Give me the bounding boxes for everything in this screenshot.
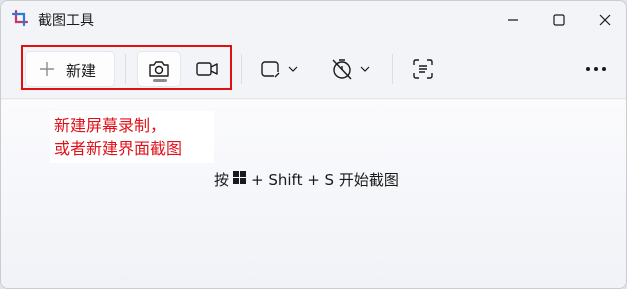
more-options-button[interactable]	[585, 51, 607, 87]
maximize-button[interactable]	[536, 1, 582, 39]
title-bar: 截图工具	[1, 1, 626, 39]
snipping-tool-window: 截图工具 新建 新建屏幕录制， 或者新建界面截图 按 + Shift + S 开…	[0, 0, 627, 289]
more-icon	[586, 67, 606, 71]
window-title: 截图工具	[38, 13, 94, 29]
shortcut-hint-keys: + Shift + S 开始截图	[251, 170, 399, 189]
annotation-callout: 新建屏幕录制， 或者新建界面截图	[50, 111, 214, 163]
toolbar-divider	[241, 54, 242, 84]
annotation-line-1: 新建屏幕录制，	[54, 116, 167, 135]
snipping-tool-icon	[11, 9, 30, 28]
minimize-button[interactable]	[490, 1, 536, 39]
timer-icon	[332, 59, 352, 80]
close-icon	[599, 14, 611, 26]
annotation-highlight-box	[21, 45, 232, 90]
snip-shape-button[interactable]	[260, 51, 300, 87]
toolbar-divider	[392, 54, 393, 84]
maximize-icon	[553, 14, 565, 26]
text-actions-button[interactable]	[412, 51, 434, 87]
close-button[interactable]	[582, 1, 626, 39]
minimize-icon	[508, 19, 518, 21]
text-actions-icon	[413, 59, 433, 79]
snip-shape-icon	[261, 61, 280, 78]
shortcut-hint-prefix: 按	[214, 170, 230, 189]
timer-button[interactable]	[330, 51, 372, 87]
shortcut-hint: 按 + Shift + S 开始截图	[214, 168, 399, 190]
chevron-down-icon	[288, 66, 298, 72]
windows-logo-icon	[233, 170, 247, 188]
chevron-down-icon	[360, 66, 370, 72]
annotation-line-2: 或者新建界面截图	[54, 139, 183, 158]
